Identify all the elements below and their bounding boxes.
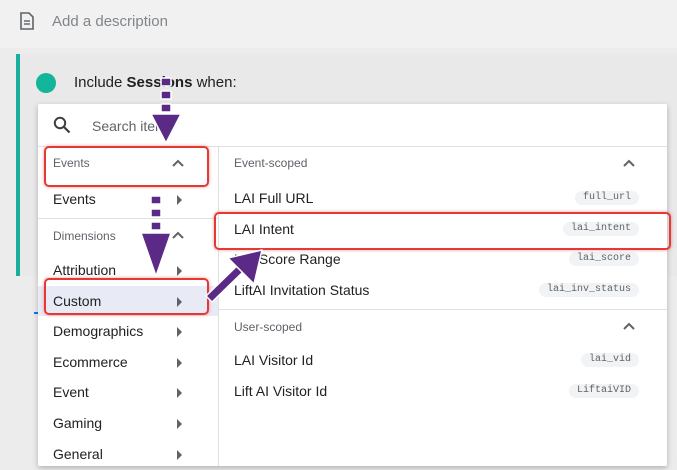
dimensions-section-header: Dimensions <box>53 229 116 243</box>
description-placeholder[interactable]: Add a description <box>52 13 168 30</box>
dimension-item-lai-full-url[interactable]: LAI Full URL full_url <box>219 183 667 213</box>
category-item-label: Events <box>53 191 96 207</box>
parameter-chip: LiftaiVID <box>568 384 639 398</box>
search-row <box>38 104 667 147</box>
user-scoped-header: User-scoped <box>234 320 303 334</box>
chevron-up-icon[interactable] <box>623 322 635 330</box>
caret-right-icon <box>177 388 182 398</box>
parameter-chip: full_url <box>574 191 639 205</box>
event-scoped-header: Event-scoped <box>234 156 308 170</box>
description-row[interactable]: Add a description <box>0 0 677 48</box>
dimension-item-lift-ai-visitor-id[interactable]: Lift AI Visitor Id LiftaiVID <box>219 376 667 406</box>
category-item-label: Demographics <box>53 323 144 339</box>
chevron-up-icon[interactable] <box>172 231 184 239</box>
caret-right-icon <box>177 419 182 429</box>
condition-prefix: Include <box>74 74 127 91</box>
dimension-label: LAI Visitor Id <box>234 352 314 368</box>
parameter-chip: lai_score <box>568 252 639 266</box>
category-item-label: Ecommerce <box>53 354 128 370</box>
highlight-box-lai-intent <box>214 212 671 250</box>
category-item-label: General <box>53 446 103 462</box>
search-icon <box>53 116 71 134</box>
category-item-ecommerce[interactable]: Ecommerce <box>38 347 218 377</box>
caret-right-icon <box>177 358 182 368</box>
category-item-label: Attribution <box>53 262 117 278</box>
dimension-label: LAI Score Range <box>234 251 341 267</box>
dimension-label: Lift AI Visitor Id <box>234 383 328 399</box>
chevron-up-icon[interactable] <box>623 159 635 167</box>
category-item-demographics[interactable]: Demographics <box>38 316 218 346</box>
condition-title: Include Sessions when: <box>74 74 237 91</box>
document-icon <box>20 12 34 30</box>
dimension-item-liftai-invitation-status[interactable]: LiftAI Invitation Status lai_inv_status <box>219 275 667 305</box>
category-item-events[interactable]: Events <box>38 184 218 214</box>
caret-right-icon <box>177 450 182 460</box>
parameter-chip: lai_inv_status <box>538 283 639 297</box>
category-item-label: Gaming <box>53 415 103 431</box>
caret-right-icon <box>177 327 182 337</box>
dimension-label: LAI Full URL <box>234 190 314 206</box>
condition-scope: Sessions <box>126 74 193 91</box>
caret-right-icon <box>177 195 182 205</box>
category-item-label: Event <box>53 384 89 400</box>
divider <box>219 309 667 310</box>
category-item-event[interactable]: Event <box>38 377 218 407</box>
condition-status-dot <box>36 73 56 93</box>
caret-right-icon <box>177 266 182 276</box>
dimension-label: LiftAI Invitation Status <box>234 282 370 298</box>
category-item-general[interactable]: General <box>38 439 218 469</box>
dimension-item-lai-visitor-id[interactable]: LAI Visitor Id lai_vid <box>219 345 667 375</box>
search-input[interactable] <box>90 114 394 138</box>
dimension-column: Event-scoped LAI Full URL full_url LAI I… <box>219 147 667 466</box>
condition-suffix: when: <box>192 74 237 91</box>
parameter-chip: lai_vid <box>580 353 639 367</box>
highlight-box-events <box>44 146 209 187</box>
category-item-gaming[interactable]: Gaming <box>38 408 218 438</box>
divider <box>38 218 218 219</box>
highlight-box-custom <box>44 278 209 315</box>
